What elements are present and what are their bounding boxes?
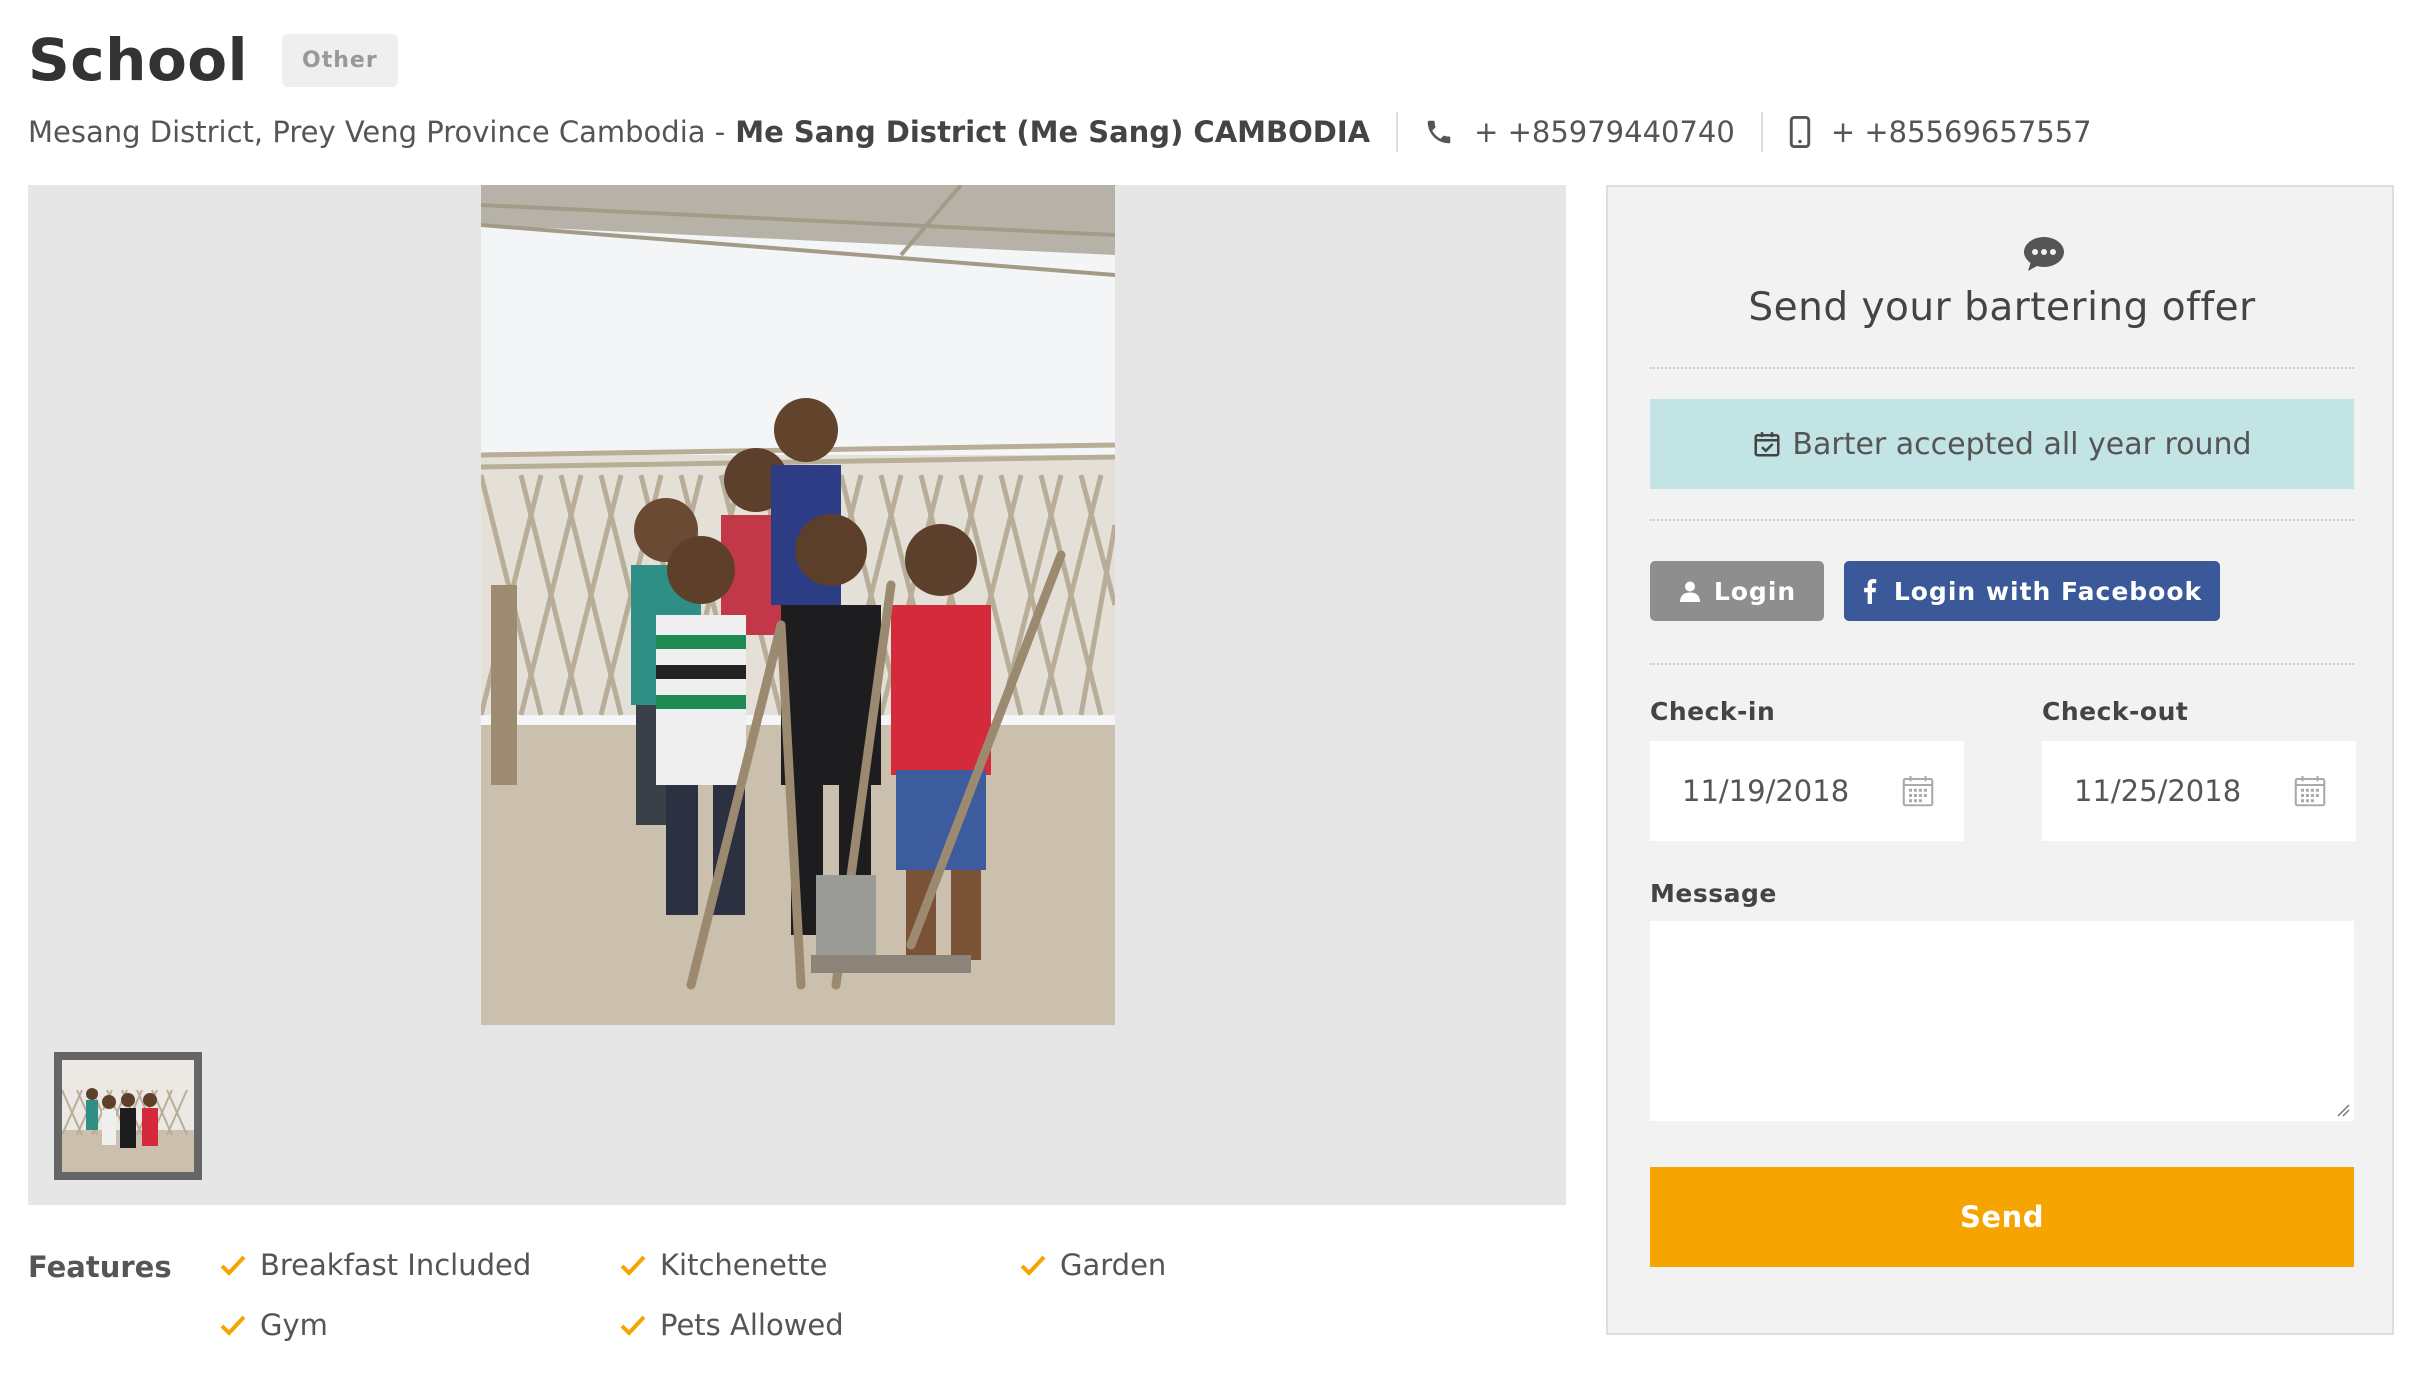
mobile-icon: [1789, 116, 1811, 148]
check-icon: [620, 1255, 646, 1276]
address-row: Mesang District, Prey Veng Province Camb…: [28, 112, 2388, 152]
divider: [1760, 112, 1763, 152]
checkout-date-value: 11/25/2018: [2074, 774, 2242, 808]
calendar-icon[interactable]: [1900, 773, 1936, 809]
feature-label: Gym: [260, 1308, 328, 1342]
facebook-label: Login with Facebook: [1893, 576, 2203, 606]
feature-label: Kitchenette: [660, 1248, 828, 1282]
check-icon: [220, 1315, 246, 1336]
message-textarea[interactable]: [1650, 921, 2354, 1121]
calendar-icon[interactable]: [2292, 773, 2328, 809]
checkin-date-input[interactable]: 11/19/2018: [1650, 741, 1964, 841]
login-button[interactable]: Login: [1650, 561, 1824, 621]
phone-contact[interactable]: + +85979440740: [1424, 115, 1735, 149]
feature-label: Garden: [1060, 1248, 1167, 1282]
divider: [1650, 663, 2354, 665]
feature-item: Breakfast Included: [220, 1248, 531, 1282]
check-icon: [620, 1315, 646, 1336]
mobile-contact[interactable]: + +85569657557: [1789, 115, 2092, 149]
checkin-label: Check-in: [1650, 697, 1776, 726]
feature-label: Pets Allowed: [660, 1308, 844, 1342]
checkout-date-input[interactable]: 11/25/2018: [2042, 741, 2356, 841]
resize-handle-icon[interactable]: [2334, 1101, 2350, 1117]
facebook-icon: [1863, 579, 1877, 604]
facebook-login-button[interactable]: Login with Facebook: [1844, 561, 2220, 621]
listing-header: School Other Mesang District, Prey Veng …: [28, 20, 2388, 152]
divider: [1396, 112, 1399, 152]
photo-gallery: [28, 185, 1566, 1205]
chat-icon: [2024, 237, 2064, 271]
availability-banner: Barter accepted all year round: [1650, 399, 2354, 489]
page-title: School: [28, 26, 249, 94]
calendar-check-icon: [1754, 432, 1780, 457]
message-label: Message: [1650, 879, 1777, 908]
panel-title: Send your bartering offer: [1748, 285, 2256, 330]
type-badge: Other: [282, 33, 398, 87]
main-photo[interactable]: [481, 185, 1115, 1025]
send-button[interactable]: Send: [1650, 1167, 2354, 1267]
divider: [1650, 367, 2354, 369]
feature-item: Garden: [1020, 1248, 1166, 1282]
phone-number: + +85979440740: [1474, 115, 1735, 149]
phone-icon: [1427, 120, 1451, 144]
gallery-thumbnail[interactable]: [54, 1052, 202, 1180]
check-icon: [1020, 1255, 1046, 1276]
user-icon: [1679, 581, 1700, 602]
feature-label: Breakfast Included: [260, 1248, 532, 1282]
availability-text: Barter accepted all year round: [1792, 426, 2252, 462]
feature-item: Kitchenette: [620, 1248, 827, 1282]
feature-item: Pets Allowed: [620, 1308, 844, 1342]
feature-item: Gym: [220, 1308, 328, 1342]
barter-offer-form: Send your bartering offer Barter accepte…: [1650, 187, 2356, 1337]
mobile-number: + +85569657557: [1830, 115, 2092, 149]
address-text: Mesang District, Prey Veng Province Camb…: [28, 115, 726, 149]
barter-offer-panel: Send your bartering offer Barter accepte…: [1606, 185, 2394, 1335]
divider: [1650, 519, 2354, 521]
login-label: Login: [1713, 576, 1797, 606]
features-label: Features: [28, 1250, 172, 1284]
checkin-date-value: 11/19/2018: [1682, 774, 1850, 808]
checkout-label: Check-out: [2042, 697, 2189, 726]
check-icon: [220, 1255, 246, 1276]
location-link[interactable]: Me Sang District (Me Sang) CAMBODIA: [735, 115, 1370, 149]
